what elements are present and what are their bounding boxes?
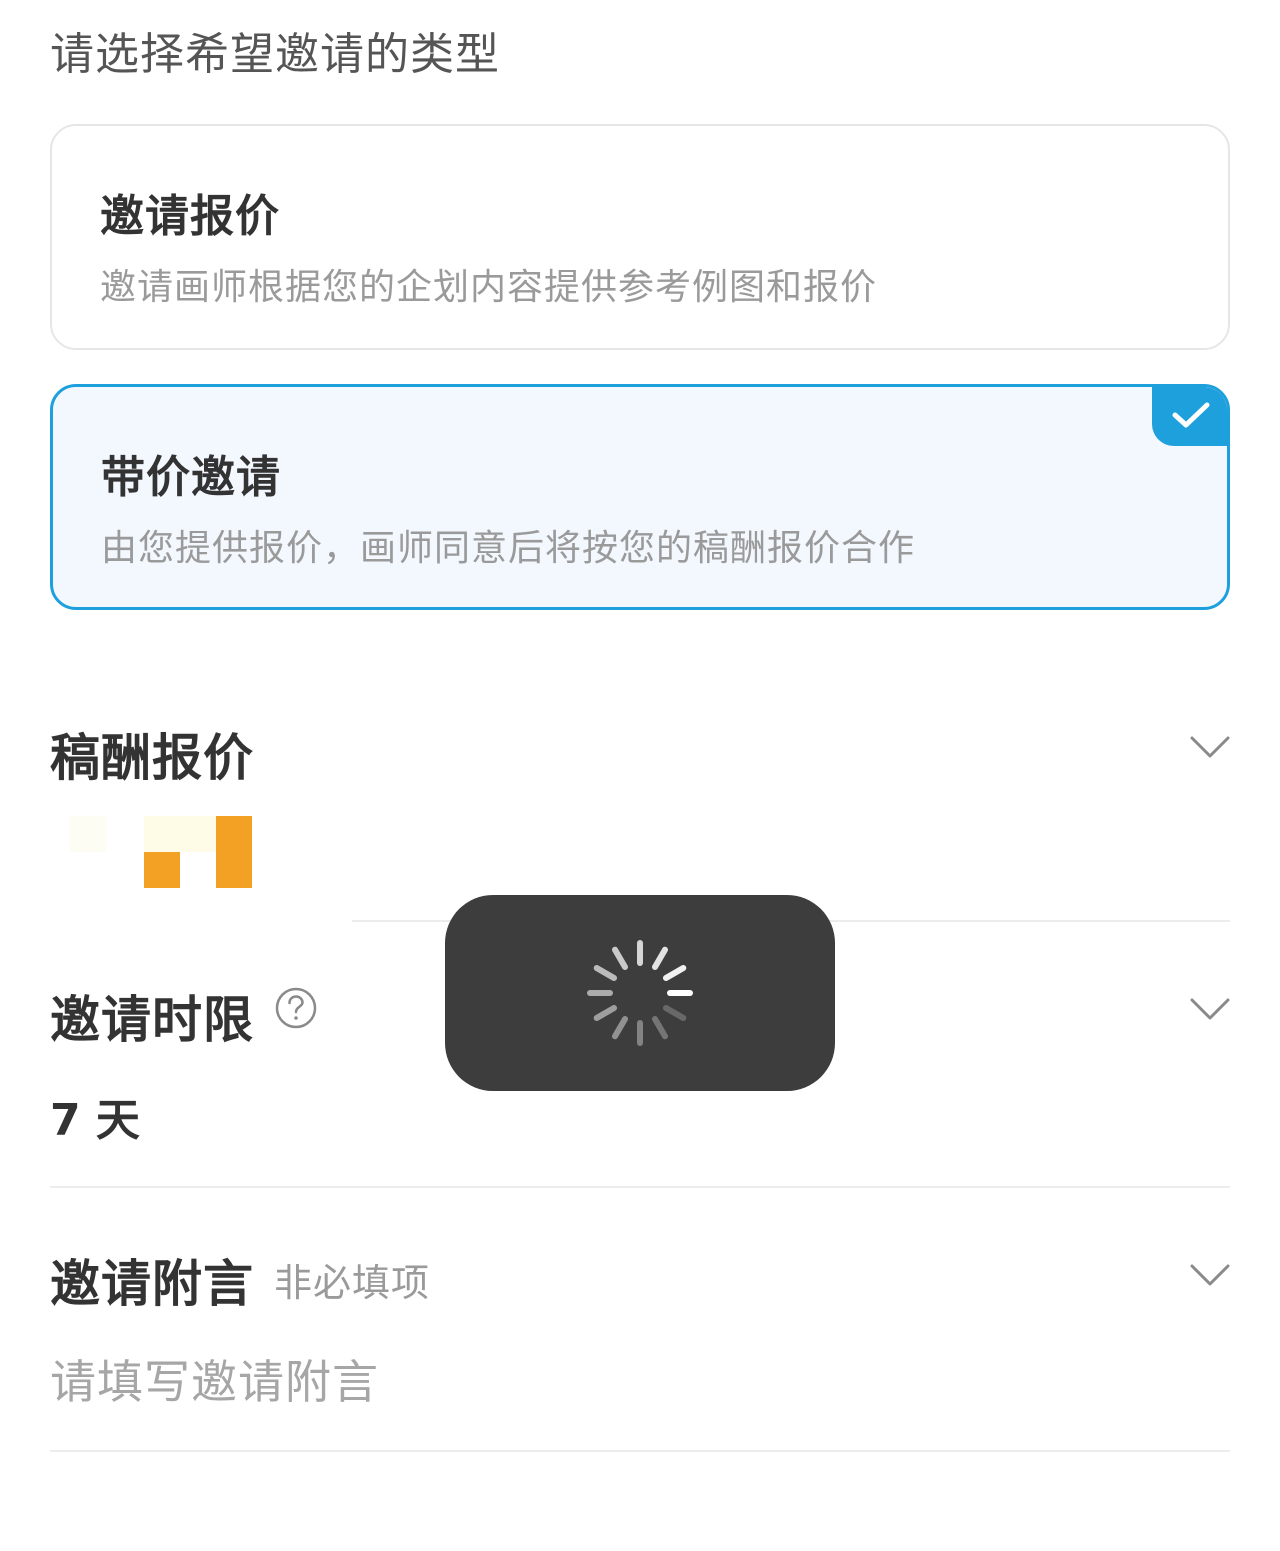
option-title: 带价邀请 bbox=[101, 452, 281, 503]
deadline-value[interactable]: 7 天 bbox=[50, 1084, 140, 1148]
option-card-priced-invitation[interactable]: 带价邀请 由您提供报价，画师同意后将按您的稿酬报价合作 bbox=[50, 384, 1230, 610]
message-input[interactable]: 请填写邀请附言 bbox=[50, 1346, 379, 1412]
chevron-down-icon[interactable] bbox=[1188, 732, 1232, 762]
chevron-down-icon[interactable] bbox=[1188, 1260, 1232, 1290]
chevron-down-icon[interactable] bbox=[1188, 994, 1232, 1024]
spinner-icon bbox=[587, 940, 693, 1046]
selected-badge bbox=[1152, 387, 1227, 446]
loading-toast bbox=[445, 895, 835, 1091]
option-title: 邀请报价 bbox=[100, 191, 280, 242]
checkmark-icon bbox=[1172, 402, 1210, 428]
option-card-quote-request[interactable]: 邀请报价 邀请画师根据您的企划内容提供参考例图和报价 bbox=[50, 124, 1230, 350]
divider bbox=[50, 1450, 1230, 1452]
type-section-heading: 请选择希望邀请的类型 bbox=[50, 29, 500, 80]
invitation-form: 请选择希望邀请的类型 邀请报价 邀请画师根据您的企划内容提供参考例图和报价 带价… bbox=[0, 0, 1280, 1551]
fee-value-redacted[interactable] bbox=[70, 816, 260, 890]
deadline-field-label: 邀请时限 bbox=[50, 991, 254, 1049]
question-circle-icon[interactable] bbox=[274, 986, 318, 1030]
fee-field-label: 稿酬报价 bbox=[50, 729, 254, 787]
option-description: 邀请画师根据您的企划内容提供参考例图和报价 bbox=[100, 267, 878, 308]
optional-tag: 非必填项 bbox=[274, 1261, 431, 1305]
message-field-label: 邀请附言 bbox=[50, 1255, 254, 1313]
divider bbox=[50, 1186, 1230, 1188]
option-description: 由您提供报价，画师同意后将按您的稿酬报价合作 bbox=[101, 528, 916, 569]
